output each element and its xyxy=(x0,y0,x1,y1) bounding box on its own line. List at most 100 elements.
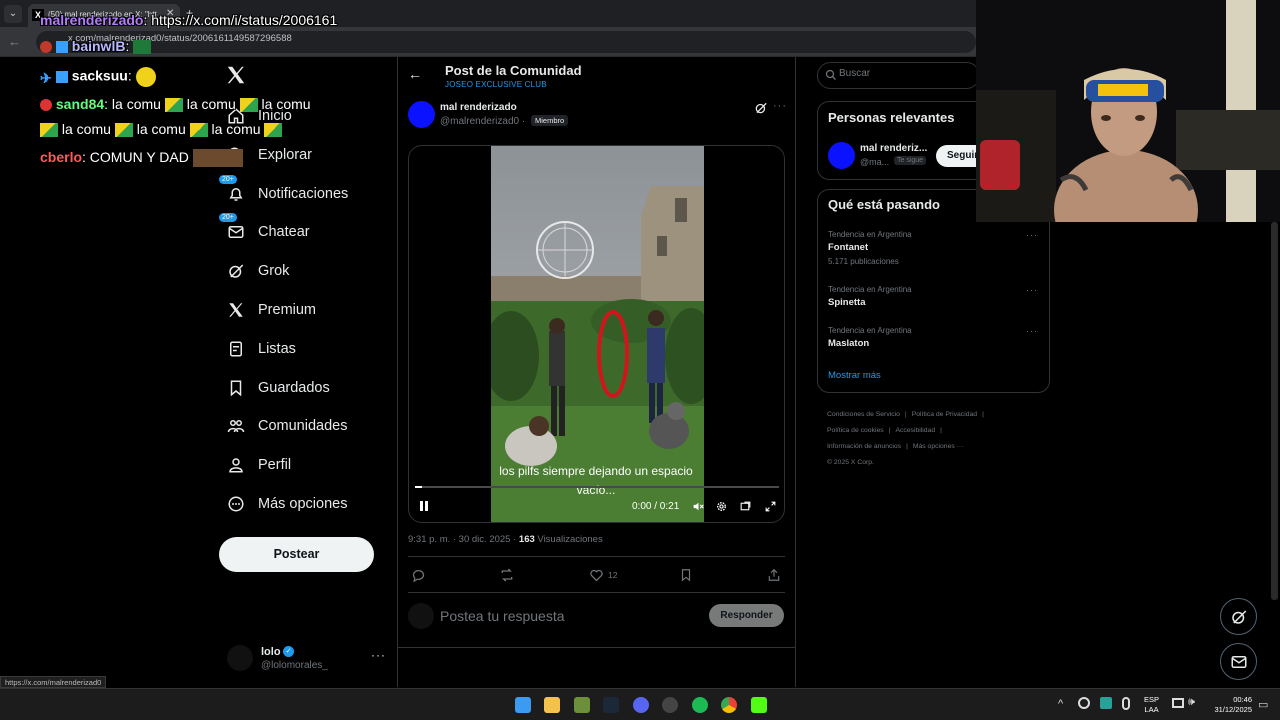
spotify-icon[interactable] xyxy=(692,697,708,713)
picture-in-picture-icon[interactable] xyxy=(739,500,752,513)
microphone-icon[interactable] xyxy=(1122,697,1130,710)
nav-item-notificaciones[interactable]: 20+ Notificaciones xyxy=(219,175,348,209)
footer-link[interactable]: Accesibilidad xyxy=(895,427,935,434)
account-name[interactable]: lolo xyxy=(261,646,281,658)
reply-input[interactable] xyxy=(440,605,695,627)
bookmark-action[interactable] xyxy=(679,567,693,583)
footer-link[interactable]: Política de Privacidad xyxy=(912,411,977,418)
mail-icon xyxy=(1231,655,1246,668)
windows-start-icon[interactable] xyxy=(515,697,531,713)
language-code: ESP xyxy=(1144,695,1160,704)
video-progress-bar[interactable] xyxy=(415,486,779,488)
pin-badge-icon: ✈ xyxy=(40,70,52,86)
search-input[interactable] xyxy=(839,68,969,79)
nav-item-premium[interactable]: Premium xyxy=(222,295,316,325)
trend-context: Tendencia en Argentina xyxy=(828,285,912,294)
post-button[interactable]: Postear xyxy=(219,537,374,572)
footer-link[interactable]: Condiciones de Servicio xyxy=(827,411,900,418)
show-more-link[interactable]: Mostrar más xyxy=(828,370,881,381)
footer-link[interactable]: Más opciones ··· xyxy=(913,443,964,450)
post-author-handle[interactable]: @malrenderizad0 · xyxy=(440,116,525,127)
nav-item-listas[interactable]: Listas xyxy=(222,334,296,364)
account-avatar[interactable] xyxy=(227,645,253,671)
footer-link[interactable]: Información de anuncios xyxy=(827,443,901,450)
like-action[interactable]: 12 xyxy=(589,567,617,583)
trend-context: Tendencia en Argentina xyxy=(828,230,912,239)
nav-item-guardados[interactable]: Guardados xyxy=(222,373,330,403)
security-icon[interactable] xyxy=(1100,697,1112,709)
chrome-icon[interactable] xyxy=(721,697,737,713)
settings-gear-icon[interactable] xyxy=(715,500,728,513)
grok-floating-button[interactable] xyxy=(1220,598,1257,635)
notifications-icon[interactable]: ▭ xyxy=(1258,698,1268,711)
file-explorer-icon[interactable] xyxy=(544,697,560,713)
badge-icon xyxy=(55,71,68,83)
chat-count-badge: 20+ xyxy=(219,213,237,222)
sync-icon[interactable] xyxy=(1078,697,1090,709)
account-more-icon[interactable]: ··· xyxy=(371,648,386,662)
video-progress-fill xyxy=(415,486,423,488)
nav-item-label: Perfil xyxy=(258,457,292,473)
chat-text: : xyxy=(125,38,130,54)
status-bar-url: https://x.com/malrenderizad0 xyxy=(0,676,107,688)
browser-back-icon[interactable]: ← xyxy=(8,34,21,49)
nav-item-mas-opciones[interactable]: Más opciones xyxy=(222,489,347,519)
reply-button[interactable]: Responder xyxy=(709,604,784,627)
relevant-user-avatar[interactable] xyxy=(828,142,855,169)
account-handle[interactable]: @lolomorales_ xyxy=(261,660,328,671)
back-arrow-icon[interactable]: ← xyxy=(408,66,422,82)
emote-icon xyxy=(114,123,133,138)
trend-more-icon[interactable]: ··· xyxy=(1026,326,1038,336)
fullscreen-icon[interactable] xyxy=(764,500,777,513)
trend-more-icon[interactable]: ··· xyxy=(1026,285,1038,295)
community-name-link[interactable]: JOSEO EXCLUSIVE CLUB xyxy=(445,80,547,89)
post-author-avatar[interactable] xyxy=(408,101,435,128)
reply-action[interactable] xyxy=(411,567,426,583)
trend-name[interactable]: Spinetta xyxy=(828,297,865,308)
trend-name[interactable]: Fontanet xyxy=(828,242,868,253)
post-more-icon[interactable]: ··· xyxy=(773,100,787,112)
trend-post-count: 5.171 publicaciones xyxy=(828,257,899,266)
relevant-user-handle[interactable]: @ma... xyxy=(860,157,889,167)
tray-expand-icon[interactable]: ^ xyxy=(1058,698,1063,710)
bell-icon: 20+ xyxy=(219,175,248,206)
neutral-face-emote-icon xyxy=(135,67,156,87)
language-indicator[interactable]: ESP LAA xyxy=(1144,695,1159,715)
system-clock[interactable]: 00:46 31/12/2025 xyxy=(1206,695,1252,715)
relevant-user-name[interactable]: mal renderiz... xyxy=(860,143,927,154)
nav-item-label: Guardados xyxy=(258,380,330,396)
network-icon[interactable] xyxy=(1172,698,1184,708)
video-player[interactable]: los pilfs siempre dejando un espacio vac… xyxy=(408,145,785,523)
share-action[interactable] xyxy=(767,567,781,583)
trend-more-icon[interactable]: ··· xyxy=(1026,230,1038,240)
post-timestamp[interactable]: 9:31 p. m. · 30 dic. 2025 · xyxy=(408,534,519,545)
emote-icon xyxy=(40,123,58,138)
pause-icon[interactable] xyxy=(417,499,431,513)
nav-item-comunidades[interactable]: Comunidades xyxy=(222,411,347,441)
kick-icon[interactable] xyxy=(751,697,767,713)
nav-item-grok[interactable]: Grok xyxy=(222,256,289,286)
volume-icon[interactable]: 🕪 xyxy=(1188,696,1195,709)
chat-username: sacksuu xyxy=(71,67,128,84)
tab-search-menu-button[interactable]: ⌄ xyxy=(4,5,22,23)
footer-link[interactable]: Política de cookies xyxy=(827,427,884,434)
nav-item-label: Premium xyxy=(258,302,317,318)
chat-message: sand84: la comu la comu la comu xyxy=(40,96,311,113)
steam-icon[interactable] xyxy=(603,697,619,713)
trend-name[interactable]: Maslaton xyxy=(828,338,869,349)
discord-icon[interactable] xyxy=(633,697,649,713)
keyboard-layout: LAA xyxy=(1144,705,1159,714)
x-logo-icon[interactable] xyxy=(225,64,247,86)
messages-floating-button[interactable] xyxy=(1220,643,1257,680)
repost-icon xyxy=(501,568,513,582)
repost-action[interactable] xyxy=(499,567,515,583)
mute-icon[interactable] xyxy=(692,500,705,513)
app-icon[interactable] xyxy=(574,697,590,713)
footer-links: Condiciones de Servicio | Política de Priv… xyxy=(827,407,1052,471)
post-author-name[interactable]: mal renderizado xyxy=(440,102,517,113)
page-scrollbar[interactable] xyxy=(1271,222,1278,600)
grok-icon[interactable] xyxy=(754,101,768,115)
nav-item-perfil[interactable]: Perfil xyxy=(222,450,291,480)
nav-item-chatear[interactable]: 20+ Chatear xyxy=(219,213,310,247)
obs-icon[interactable] xyxy=(662,697,678,713)
